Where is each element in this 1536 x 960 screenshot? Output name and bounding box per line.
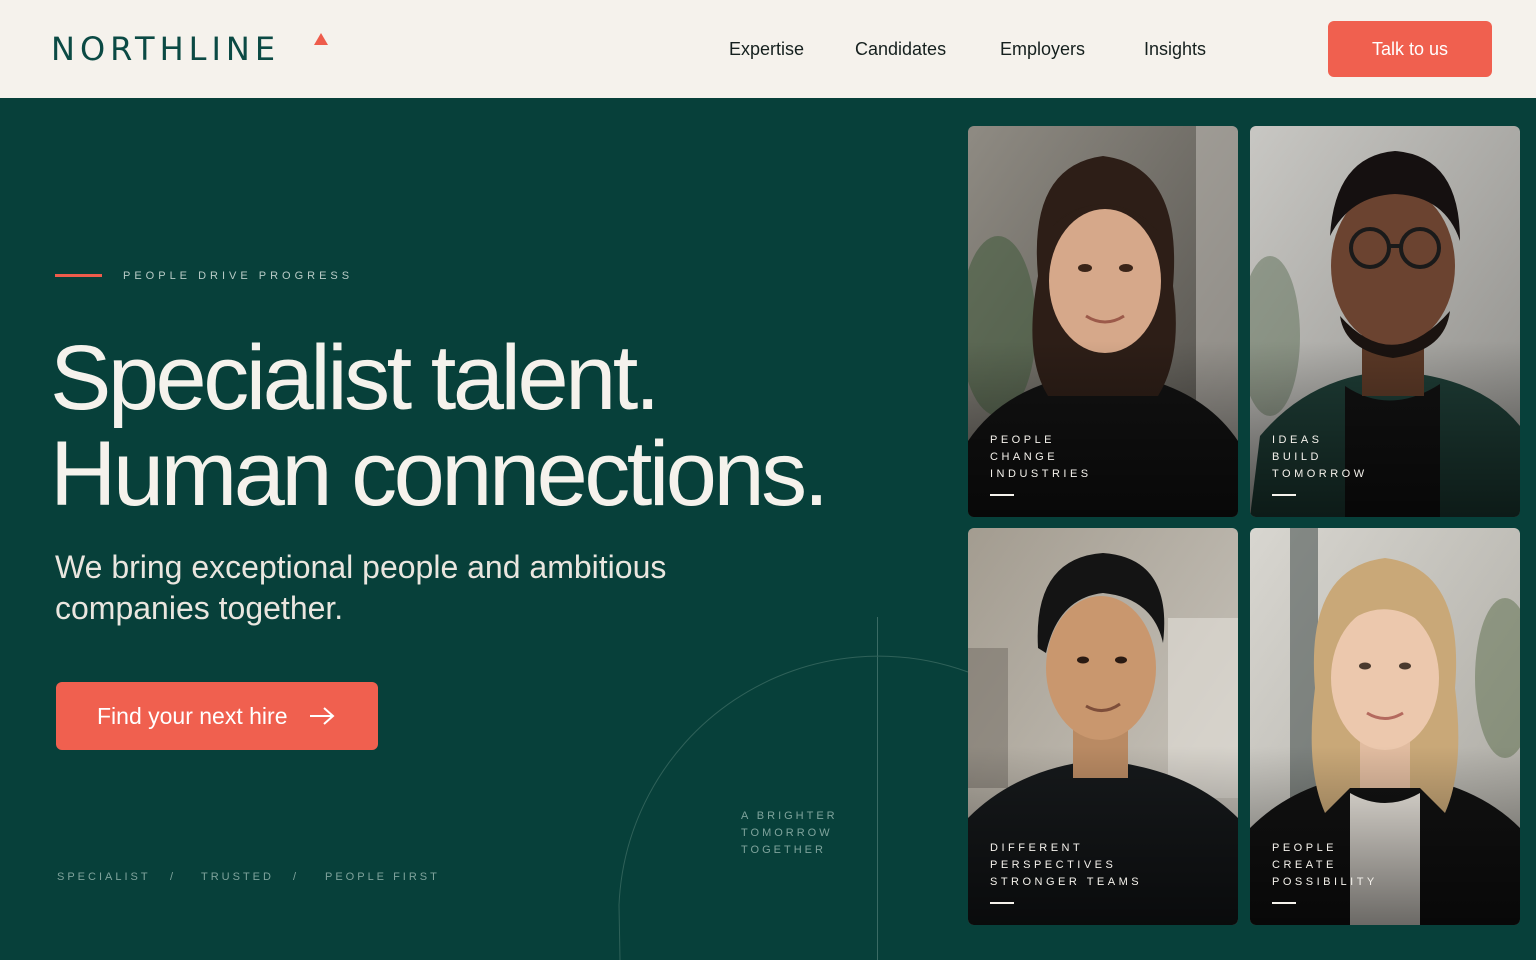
card-rule <box>1272 494 1296 496</box>
tag-trusted: TRUSTED <box>201 871 274 883</box>
find-next-hire-button[interactable]: Find your next hire <box>56 682 378 750</box>
logo[interactable]: NORTHLINE <box>51 30 280 68</box>
card-caption-line: CHANGE <box>990 451 1059 463</box>
triangle-icon <box>314 33 328 45</box>
portrait-card[interactable]: PEOPLE CREATE POSSIBILITY <box>1250 528 1520 925</box>
card-rule <box>990 494 1014 496</box>
card-caption-line: IDEAS <box>1272 434 1323 446</box>
tag-separator: / <box>293 871 300 883</box>
card-caption-line: TOMORROW <box>1272 468 1368 480</box>
portrait-card[interactable]: DIFFERENT PERSPECTIVES STRONGER TEAMS <box>968 528 1238 925</box>
card-caption: PEOPLE CHANGE INDUSTRIES <box>990 432 1092 483</box>
card-caption-line: CREATE <box>1272 859 1337 871</box>
card-caption-line: PEOPLE <box>990 434 1056 446</box>
cta-label: Find your next hire <box>97 703 288 729</box>
nav-candidates[interactable]: Candidates <box>855 37 946 61</box>
arrow-right-icon <box>310 707 335 725</box>
nav-employers[interactable]: Employers <box>1000 37 1085 61</box>
decor-caption: A BRIGHTER TOMORROW TOGETHER <box>741 808 838 859</box>
hero-headline: Specialist talent. Human connections. <box>50 327 829 525</box>
card-caption-line: STRONGER TEAMS <box>990 876 1143 888</box>
card-caption-line: POSSIBILITY <box>1272 876 1378 888</box>
card-caption-line: DIFFERENT <box>990 842 1084 854</box>
card-caption-line: INDUSTRIES <box>990 468 1092 480</box>
site-header: NORTHLINE Expertise Candidates Employers… <box>0 0 1536 98</box>
card-caption-line: PEOPLE <box>1272 842 1338 854</box>
headline-line-2: Human connections. <box>50 423 829 525</box>
card-caption: IDEAS BUILD TOMORROW <box>1272 432 1368 483</box>
tag-separator: / <box>170 871 177 883</box>
tag-specialist: SPECIALIST <box>57 871 151 883</box>
card-rule <box>1272 902 1296 904</box>
portrait-card[interactable]: IDEAS BUILD TOMORROW <box>1250 126 1520 517</box>
card-caption-line: BUILD <box>1272 451 1322 463</box>
card-caption: DIFFERENT PERSPECTIVES STRONGER TEAMS <box>990 840 1142 891</box>
tag-people-first: PEOPLE FIRST <box>325 871 440 883</box>
card-caption-line: PERSPECTIVES <box>990 859 1117 871</box>
hero-subhead: We bring exceptional people and ambitiou… <box>55 549 667 626</box>
card-rule <box>990 902 1014 904</box>
talk-to-us-button[interactable]: Talk to us <box>1328 21 1492 77</box>
portrait-card[interactable]: PEOPLE CHANGE INDUSTRIES <box>968 126 1238 517</box>
card-caption: PEOPLE CREATE POSSIBILITY <box>1272 840 1378 891</box>
headline-line-1: Specialist talent. <box>50 327 660 429</box>
eyebrow-text: PEOPLE DRIVE PROGRESS <box>123 270 354 282</box>
decor-caption-line: A BRIGHTER <box>741 810 838 822</box>
nav-insights[interactable]: Insights <box>1144 37 1206 61</box>
decor-caption-line: TOGETHER <box>741 844 826 856</box>
decor-caption-line: TOMORROW <box>741 827 833 839</box>
nav-expertise[interactable]: Expertise <box>729 37 804 61</box>
eyebrow-accent-line <box>55 274 102 277</box>
